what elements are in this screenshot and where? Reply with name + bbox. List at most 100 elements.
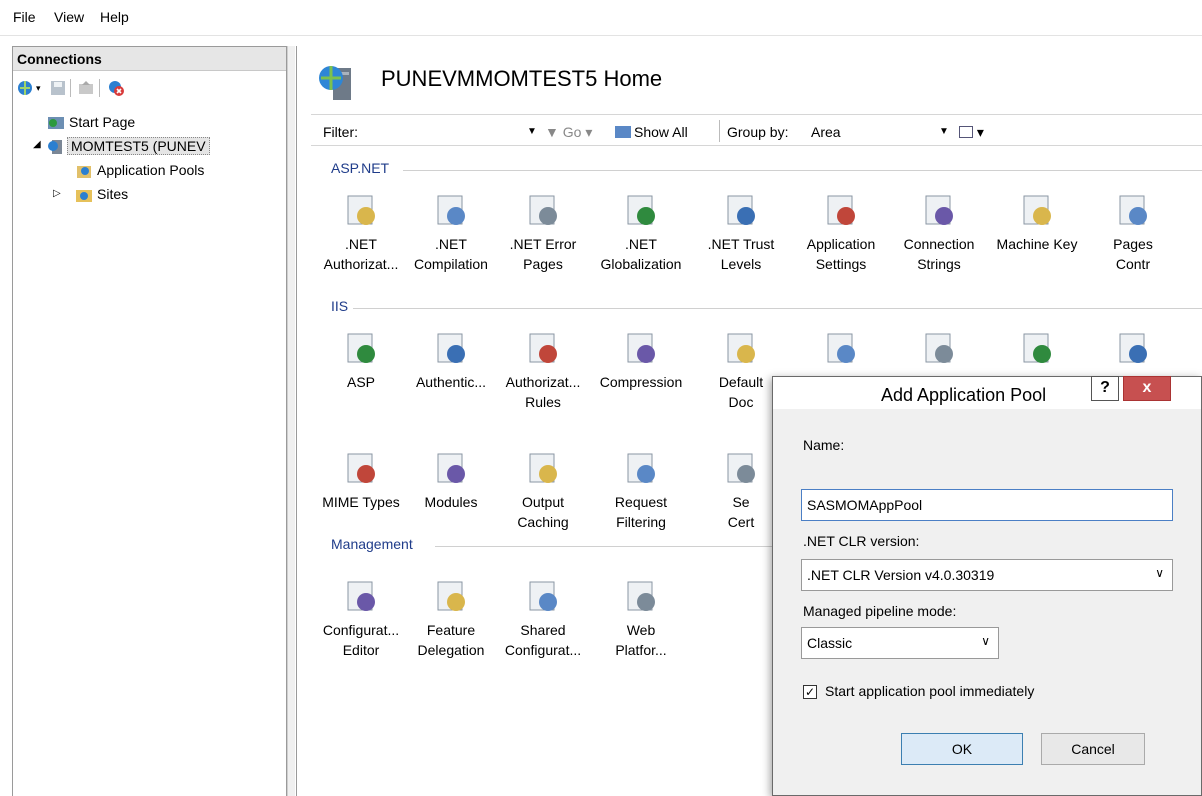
go-button[interactable]: ▼ Go ▾ — [545, 124, 592, 141]
menu-view[interactable]: View — [54, 9, 84, 25]
feature-label: Authentic... — [415, 374, 487, 390]
connection-strings-icon — [925, 195, 953, 225]
feature-label: Machine Key — [996, 236, 1078, 252]
clr-version-value: .NET CLR Version v4.0.30319 — [807, 567, 995, 583]
section-management: Management — [331, 536, 413, 552]
feature-tile[interactable]: Application Settings — [791, 192, 891, 274]
compilation-icon — [437, 195, 465, 225]
request-filtering-icon — [627, 453, 655, 483]
save-icon[interactable] — [49, 79, 67, 97]
tree-label: MOMTEST5 (PUNEV — [67, 137, 210, 155]
up-folder-icon[interactable] — [77, 79, 95, 97]
filter-dropdown-icon[interactable]: ▼ — [527, 126, 537, 137]
lock-icon — [347, 195, 375, 225]
dropdown-arrow-icon[interactable]: ▾ — [36, 83, 41, 94]
chevron-down-icon: ∨ — [981, 634, 990, 648]
ok-button[interactable]: OK — [901, 733, 1023, 765]
menu-file[interactable]: File — [13, 9, 36, 25]
connections-toolbar: ▾ — [15, 77, 215, 103]
filter-bar: Filter: ▼ ▼ Go ▾ Show All Group by: Area… — [311, 114, 1202, 146]
feature-tile[interactable]: MIME Types — [311, 450, 411, 512]
view-mode-icon — [959, 126, 973, 138]
feature-tile[interactable]: .NET Trust Levels — [691, 192, 791, 274]
output-caching-icon — [529, 453, 557, 483]
feature-label: MIME Types — [322, 494, 400, 510]
show-all-button[interactable]: Show All — [615, 124, 688, 140]
filter-input[interactable] — [371, 119, 521, 141]
menu-bar: File View Help — [0, 0, 1202, 36]
asp-icon — [347, 333, 375, 363]
feature-tile[interactable]: Shared Configurat... — [493, 578, 593, 660]
pane-splitter[interactable] — [287, 46, 295, 796]
feature-label: Authorizat... Rules — [505, 374, 581, 410]
directory-browsing-icon — [827, 333, 855, 363]
funnel-icon: ▼ — [545, 124, 559, 140]
feature-label: Configurat... Editor — [322, 622, 400, 658]
feature-tile[interactable]: Compression — [591, 330, 691, 392]
collapse-arrow-icon[interactable]: ◢ — [33, 139, 41, 150]
server-certificates-icon — [727, 453, 755, 483]
feature-label: Connection Strings — [903, 236, 975, 272]
feature-tile[interactable]: .NET Error Pages — [493, 192, 593, 274]
trust-levels-icon — [727, 195, 755, 225]
pipeline-mode-label: Managed pipeline mode: — [803, 603, 957, 619]
clr-version-select[interactable]: .NET CLR Version v4.0.30319 ∨ — [801, 559, 1173, 591]
toolbar-separator — [99, 79, 100, 97]
feature-label: .NET Trust Levels — [707, 236, 775, 272]
feature-tile[interactable]: Connection Strings — [889, 192, 989, 274]
feature-tile[interactable]: .NET Compilation — [401, 192, 501, 274]
cancel-button[interactable]: Cancel — [1041, 733, 1145, 765]
feature-delegation-icon — [437, 581, 465, 611]
config-editor-icon — [347, 581, 375, 611]
pipeline-mode-select[interactable]: Classic ∨ — [801, 627, 999, 659]
handler-mappings-icon — [1119, 333, 1147, 363]
group-by-dropdown-icon[interactable]: ▼ — [939, 126, 949, 137]
feature-tile[interactable]: Output Caching — [493, 450, 593, 532]
authentication-icon — [437, 333, 465, 363]
feature-tile[interactable]: Modules — [401, 450, 501, 512]
menu-help[interactable]: Help — [100, 9, 129, 25]
feature-label: .NET Compilation — [414, 236, 488, 272]
feature-tile[interactable]: .NET Globalization — [591, 192, 691, 274]
group-by-label: Group by: — [727, 124, 789, 140]
connect-globe-icon[interactable] — [17, 79, 35, 97]
shared-config-icon — [529, 581, 557, 611]
section-divider — [435, 546, 775, 547]
application-pools-icon — [77, 166, 91, 178]
feature-tile[interactable]: Authorizat... Rules — [493, 330, 593, 412]
disconnect-icon[interactable] — [107, 79, 125, 97]
expand-arrow-icon[interactable]: ▷ — [53, 188, 61, 199]
pages-controls-icon — [1119, 195, 1147, 225]
dialog-titlebar: Add Application Pool ? x — [773, 376, 1201, 409]
help-button[interactable]: ? — [1091, 376, 1119, 401]
feature-tile[interactable]: Pages Contr — [1083, 192, 1183, 274]
toolbar-separator — [70, 79, 71, 97]
tree-label: Application Pools — [97, 162, 205, 178]
show-all-icon — [615, 126, 631, 138]
close-button[interactable]: x — [1123, 376, 1171, 401]
tree-label: Start Page — [69, 114, 136, 130]
view-mode-button[interactable]: ▾ — [959, 124, 984, 141]
feature-label: .NET Globalization — [600, 236, 682, 272]
feature-tile[interactable]: Feature Delegation — [401, 578, 501, 660]
feature-tile[interactable]: Request Filtering — [591, 450, 691, 532]
feature-tile[interactable]: Machine Key — [987, 192, 1087, 254]
filterbar-separator — [719, 120, 720, 142]
feature-tile[interactable]: ASP — [311, 330, 411, 392]
group-by-select[interactable]: Area — [811, 124, 841, 140]
feature-label: ASP — [346, 374, 375, 390]
feature-label: Compression — [599, 374, 683, 390]
name-field[interactable]: SASMOMAppPool — [801, 489, 1173, 521]
feature-label: Request Filtering — [614, 494, 668, 530]
feature-tile[interactable]: Web Platfor... — [591, 578, 691, 660]
start-immediately-checkbox[interactable]: ✓ — [803, 685, 817, 699]
feature-label: Feature Delegation — [417, 622, 485, 658]
add-application-pool-dialog: Add Application Pool ? x Name: SASMOMApp… — [772, 376, 1202, 796]
feature-tile[interactable]: .NET Authorizat... — [311, 192, 411, 274]
go-label: Go — [562, 124, 582, 140]
authorization-rules-icon — [529, 333, 557, 363]
feature-tile[interactable]: Authentic... — [401, 330, 501, 392]
web-platform-icon — [627, 581, 655, 611]
feature-tile[interactable]: Configurat... Editor — [311, 578, 411, 660]
compression-icon — [627, 333, 655, 363]
